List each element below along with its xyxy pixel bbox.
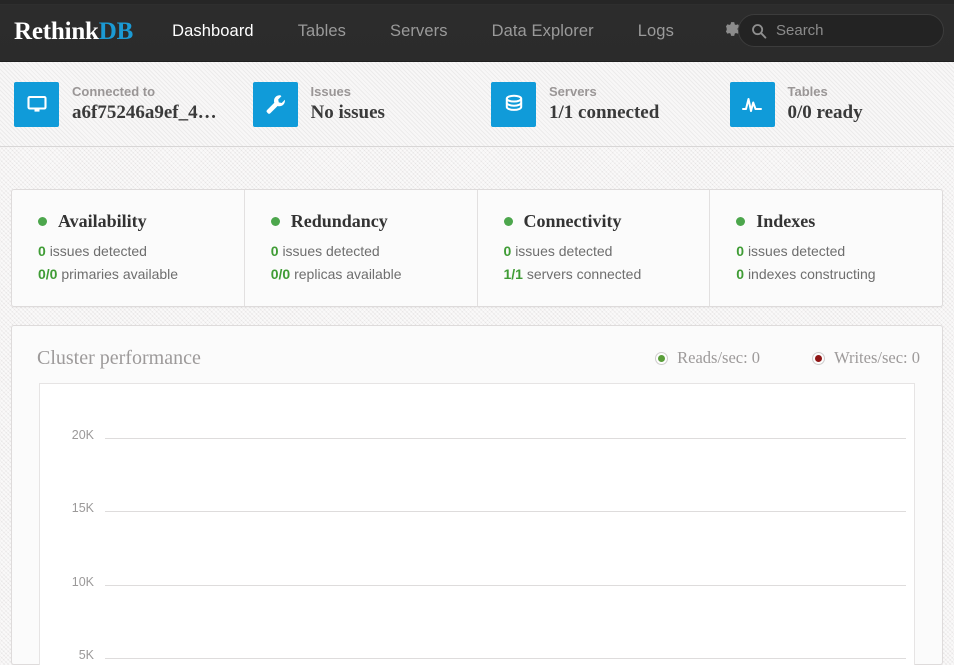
chart-legend: Reads/sec: 0 Writes/sec: 0 (603, 346, 920, 367)
panel-availability: Availability 0 issues detected 0/0 prima… (12, 190, 245, 306)
panel-line-value: 0/0 (271, 266, 290, 282)
status-dot-icon (504, 217, 513, 226)
legend-label-reads: Reads/sec: 0 (677, 350, 760, 367)
status-label: Issues (311, 84, 385, 100)
status-value: 0/0 ready (788, 102, 863, 124)
search-icon (751, 23, 767, 39)
page-title: Cluster performance (37, 344, 603, 368)
cluster-performance-card: Cluster performance Reads/sec: 0 Writes/… (11, 325, 943, 665)
panel-line-label: servers connected (527, 266, 641, 282)
logo-text-primary: Rethink (14, 18, 99, 45)
panel-line-value: 0/0 (38, 266, 57, 282)
y-axis-tick-label: 10K (40, 576, 94, 589)
app-logo[interactable]: RethinkDB (14, 17, 133, 44)
gridline-rule (105, 658, 906, 659)
panel-line-issues: 0 issues detected (38, 240, 244, 263)
nav-item-servers[interactable]: Servers (390, 22, 448, 41)
status-label: Servers (549, 84, 659, 100)
panel-line-detail: 0 indexes constructing (736, 263, 942, 286)
cluster-health-panels: Availability 0 issues detected 0/0 prima… (11, 189, 943, 307)
panel-line-issues: 0 issues detected (504, 240, 710, 263)
cluster-status-bar: Connected to a6f75246a9ef_4… Issues No i… (0, 62, 954, 147)
status-value: 1/1 connected (549, 102, 659, 124)
panel-connectivity: Connectivity 0 issues detected 1/1 serve… (478, 190, 711, 306)
cluster-performance-header: Cluster performance Reads/sec: 0 Writes/… (12, 326, 942, 386)
y-axis-tick-label: 20K (40, 429, 94, 442)
gridline-rule (105, 438, 906, 439)
panel-line-detail: 1/1 servers connected (504, 263, 710, 286)
status-label: Connected to (72, 84, 217, 100)
status-dot-icon (736, 217, 745, 226)
y-axis-tick-label: 5K (40, 649, 94, 662)
panel-title: Indexes (756, 212, 815, 230)
search-box[interactable] (738, 14, 944, 47)
panel-line-value: 0 (271, 243, 279, 259)
gridline-rule (105, 511, 906, 512)
panel-line-value: 0 (38, 243, 46, 259)
panel-line-detail: 0/0 replicas available (271, 263, 477, 286)
panel-redundancy: Redundancy 0 issues detected 0/0 replica… (245, 190, 478, 306)
panel-line-value: 1/1 (504, 266, 523, 282)
panel-line-label: issues detected (282, 243, 379, 259)
gridline-5k: 5K (40, 658, 914, 659)
status-label: Tables (788, 84, 863, 100)
gridline-10k: 10K (40, 585, 914, 586)
nav-item-tables[interactable]: Tables (298, 22, 346, 41)
panel-line-label: indexes constructing (748, 266, 876, 282)
status-dot-icon (38, 217, 47, 226)
performance-chart: 20K 15K 10K 5K (39, 383, 915, 665)
reads-marker-icon (655, 352, 668, 365)
panel-title: Redundancy (291, 212, 388, 230)
panel-line-value: 0 (736, 243, 744, 259)
status-item-issues: Issues No issues (239, 82, 478, 127)
panel-title: Connectivity (524, 212, 622, 230)
status-value: a6f75246a9ef_4… (72, 102, 217, 124)
panel-line-value: 0 (736, 266, 744, 282)
writes-marker-icon (812, 352, 825, 365)
status-value: No issues (311, 102, 385, 124)
status-item-connected-to: Connected to a6f75246a9ef_4… (0, 82, 239, 127)
panel-line-label: replicas available (294, 266, 401, 282)
panel-title: Availability (58, 212, 147, 230)
top-navigation-bar: RethinkDB Dashboard Tables Servers Data … (0, 0, 954, 62)
panel-line-issues: 0 issues detected (271, 240, 477, 263)
gridline-rule (105, 585, 906, 586)
gridline-20k: 20K (40, 438, 914, 439)
status-item-servers: Servers 1/1 connected (477, 82, 716, 127)
legend-label-writes: Writes/sec: 0 (834, 350, 920, 367)
status-item-tables: Tables 0/0 ready (716, 82, 954, 127)
panel-indexes: Indexes 0 issues detected 0 indexes cons… (710, 190, 942, 306)
nav-item-logs[interactable]: Logs (638, 22, 674, 41)
panel-line-issues: 0 issues detected (736, 240, 942, 263)
database-icon (491, 82, 536, 127)
search-input[interactable] (776, 22, 954, 39)
nav-item-dashboard[interactable]: Dashboard (172, 22, 254, 41)
nav-item-data-explorer[interactable]: Data Explorer (492, 22, 594, 41)
y-axis-tick-label: 15K (40, 502, 94, 515)
legend-item-writes[interactable]: Writes/sec: 0 (812, 350, 920, 367)
panel-line-label: issues detected (748, 243, 845, 259)
monitor-icon (14, 82, 59, 127)
chart-spike-icon (730, 82, 775, 127)
panel-line-label: issues detected (50, 243, 147, 259)
logo-text-accent: DB (99, 18, 133, 45)
panel-line-detail: 0/0 primaries available (38, 263, 244, 286)
panel-line-value: 0 (504, 243, 512, 259)
nav-links: Dashboard Tables Servers Data Explorer L… (172, 17, 744, 45)
legend-item-reads[interactable]: Reads/sec: 0 (655, 350, 760, 367)
wrench-icon (253, 82, 298, 127)
panel-line-label: issues detected (515, 243, 612, 259)
gridline-15k: 15K (40, 511, 914, 512)
panel-line-label: primaries available (61, 266, 178, 282)
status-dot-icon (271, 217, 280, 226)
